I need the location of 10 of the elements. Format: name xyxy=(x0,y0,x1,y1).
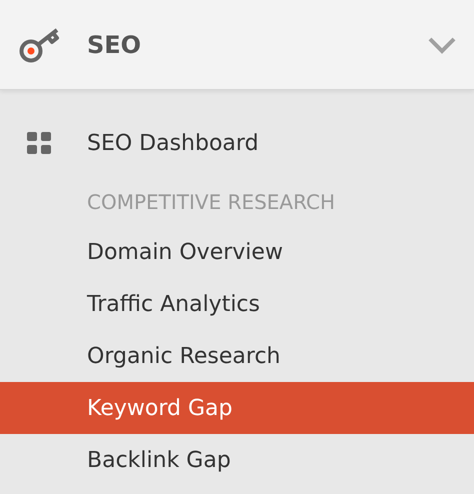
section-heading: COMPETITIVE RESEARCH xyxy=(87,189,336,216)
section-title: SEO xyxy=(87,30,142,60)
menu-item[interactable]: Keyword Gap xyxy=(0,382,474,434)
menu-item[interactable]: Domain Overview xyxy=(0,226,474,278)
dashboard-link[interactable]: SEO Dashboard xyxy=(0,116,474,170)
grid-icon xyxy=(27,132,52,154)
section-header[interactable]: SEO xyxy=(0,0,474,90)
menu-item[interactable]: Backlink Gap xyxy=(0,434,474,486)
menu-item[interactable]: Traffic Analytics xyxy=(0,278,474,330)
menu-item[interactable]: Organic Research xyxy=(0,330,474,382)
